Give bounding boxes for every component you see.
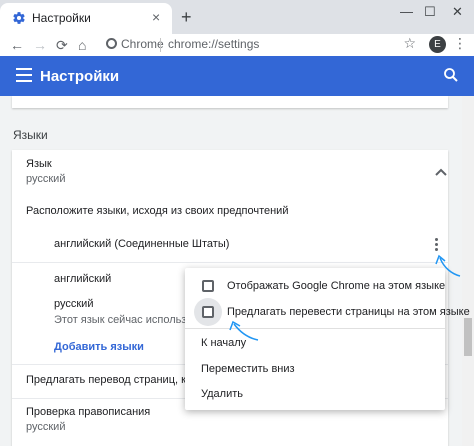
divider xyxy=(12,262,448,263)
browser-menu-icon[interactable]: ⋮ xyxy=(453,35,467,52)
tab-title: Настройки xyxy=(32,11,91,25)
annotation-arrow-icon xyxy=(435,254,461,277)
spellcheck-value: русский xyxy=(26,421,66,433)
menu-item-label: Отображать Google Chrome на этом языке xyxy=(227,280,446,292)
omnibox-chip: Chrome xyxy=(106,37,164,51)
menu-item-label: Переместить вниз xyxy=(201,363,295,375)
spellcheck-label: Проверка правописания xyxy=(26,406,151,418)
address-bar[interactable]: Chrome chrome://settings ☆ xyxy=(98,34,422,56)
home-icon[interactable]: ⌂ xyxy=(78,36,86,54)
section-title-languages: Языки xyxy=(13,128,48,142)
scrollbar-thumb[interactable] xyxy=(464,318,472,356)
avatar[interactable]: E xyxy=(429,36,446,53)
reload-icon[interactable]: ⟳ xyxy=(56,36,68,54)
omnibox-chip-label: Chrome xyxy=(121,37,164,51)
language-value: русский xyxy=(26,173,66,185)
back-arrow-icon[interactable]: ← xyxy=(10,36,24,54)
title-bar: Настройки × + — ☐ ✕ xyxy=(0,0,474,34)
menu-item-remove[interactable]: Удалить xyxy=(185,382,445,406)
previous-card xyxy=(12,96,448,108)
checkbox-display-chrome[interactable] xyxy=(202,280,214,292)
menu-item-label: Удалить xyxy=(201,388,243,400)
language-label: Язык xyxy=(26,158,52,170)
window-close-icon[interactable]: ✕ xyxy=(452,4,463,20)
chevron-up-icon[interactable] xyxy=(435,168,447,176)
language-item-name: английский xyxy=(54,273,112,285)
browser-toolbar: ← → ⟳ ⌂ Chrome chrome://settings ☆ E ⋮ xyxy=(0,34,474,56)
maximize-icon[interactable]: ☐ xyxy=(424,4,436,20)
tab-close-icon[interactable]: × xyxy=(152,9,160,25)
chrome-icon xyxy=(106,38,117,49)
tab-settings[interactable]: Настройки × xyxy=(0,3,172,34)
menu-item-move-down[interactable]: Переместить вниз xyxy=(185,357,445,381)
order-hint: Расположите языки, исходя из своих предп… xyxy=(26,205,289,217)
add-languages-link[interactable]: Добавить языки xyxy=(54,341,144,353)
omnibox-separator xyxy=(160,38,161,52)
annotation-arrow-icon xyxy=(229,320,259,341)
minimize-icon[interactable]: — xyxy=(400,4,413,19)
menu-item-label: Предлагать перевести страницы на этом яз… xyxy=(227,306,470,318)
forward-arrow-icon[interactable]: → xyxy=(33,36,47,54)
gear-icon xyxy=(13,12,25,24)
checkbox-offer-translate[interactable] xyxy=(202,306,214,318)
omnibox-url: chrome://settings xyxy=(168,37,260,51)
language-item-name: английский (Соединенные Штаты) xyxy=(54,238,230,250)
new-tab-button[interactable]: + xyxy=(181,8,192,26)
search-icon[interactable] xyxy=(442,66,460,84)
page-title: Настройки xyxy=(40,68,120,85)
star-icon[interactable]: ☆ xyxy=(403,35,416,52)
language-item-name: русский xyxy=(54,298,94,310)
settings-header: Настройки xyxy=(0,56,474,96)
hamburger-menu-icon[interactable] xyxy=(16,68,32,82)
menu-item-display-chrome[interactable]: Отображать Google Chrome на этом языке xyxy=(185,274,445,298)
